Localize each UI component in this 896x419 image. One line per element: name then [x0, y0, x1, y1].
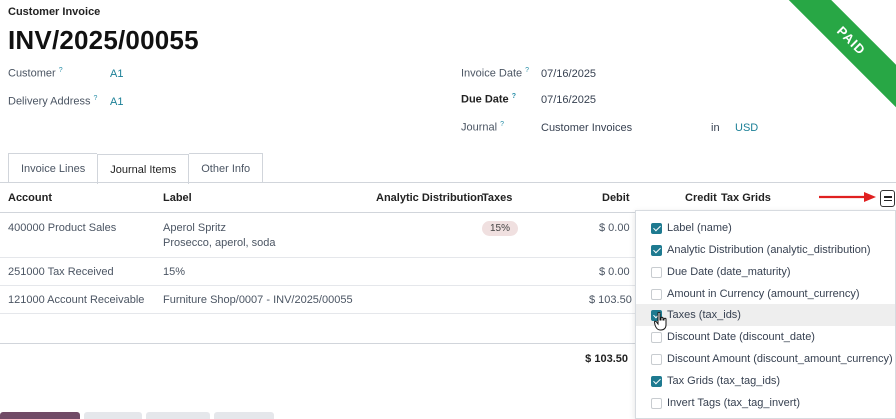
help-icon[interactable]: ? — [512, 93, 516, 100]
tax-badge: 15% — [482, 221, 519, 236]
option-label: Discount Date (discount_date) — [667, 331, 815, 343]
option-label: Amount in Currency (amount_currency) — [667, 288, 860, 300]
checkbox[interactable] — [651, 375, 662, 387]
option-label: Label (name) — [667, 222, 732, 234]
checkbox[interactable] — [651, 397, 662, 409]
table-header: Account Label Analytic Distribution Taxe… — [0, 183, 896, 213]
footer-button[interactable] — [146, 412, 210, 419]
column-option-discount-date[interactable]: Discount Date (discount_date) — [636, 326, 895, 348]
col-debit[interactable]: Debit — [602, 192, 630, 204]
customer-label-text: Customer — [8, 67, 56, 80]
row-label: Aperol Spritz — [163, 222, 226, 234]
currency-in-text: in — [711, 122, 720, 134]
row-debit: $ 0.00 — [599, 266, 630, 278]
checkbox[interactable] — [651, 244, 662, 256]
col-taxes[interactable]: Taxes — [482, 192, 512, 204]
col-account[interactable]: Account — [8, 192, 52, 204]
column-option-label[interactable]: Label (name) — [636, 217, 895, 239]
row-debit: $ 0.00 — [599, 222, 630, 234]
due-date-label-text: Due Date — [461, 93, 509, 106]
col-label[interactable]: Label — [163, 192, 192, 204]
col-credit[interactable]: Credit — [685, 192, 717, 204]
help-icon[interactable]: ? — [525, 67, 529, 74]
status-ribbon-label: PAID — [786, 0, 896, 110]
customer-label: Customer? — [8, 67, 63, 80]
row-account: 251000 Tax Received — [8, 266, 114, 278]
annotation-arrow-icon — [819, 192, 876, 202]
col-tax-grids[interactable]: Tax Grids — [721, 192, 771, 204]
journal-label-text: Journal — [461, 121, 498, 134]
delivery-address-label-text: Delivery Address — [8, 95, 91, 108]
sliders-icon — [883, 199, 892, 201]
total-debit: $ 103.50 — [585, 353, 628, 365]
footer-button[interactable] — [214, 412, 274, 419]
checkbox[interactable] — [651, 288, 662, 300]
col-analytic-distribution[interactable]: Analytic Distribution — [376, 192, 484, 204]
checkbox[interactable] — [651, 353, 662, 365]
help-icon[interactable]: ? — [500, 121, 504, 128]
row-label: Furniture Shop/0007 - INV/2025/00055 — [163, 294, 353, 306]
optional-columns-toggle[interactable] — [880, 190, 895, 207]
column-option-taxes[interactable]: Taxes (tax_ids) — [636, 304, 895, 326]
option-label: Tax Grids (tax_tag_ids) — [667, 375, 781, 387]
tab-journal-items[interactable]: Journal Items — [97, 154, 190, 184]
optional-columns-menu: Label (name) Analytic Distribution (anal… — [635, 210, 896, 419]
invoice-date-label: Invoice Date? — [461, 67, 529, 80]
delivery-address-label: Delivery Address? — [8, 95, 97, 108]
invoice-title: INV/2025/00055 — [8, 25, 199, 55]
checkbox[interactable] — [651, 266, 662, 278]
notebook-tabs: Invoice Lines Journal Items Other Info — [8, 153, 264, 184]
tab-other-info[interactable]: Other Info — [189, 153, 264, 183]
invoice-date-label-text: Invoice Date — [461, 67, 523, 80]
sliders-icon — [883, 196, 892, 198]
column-option-tax-grids[interactable]: Tax Grids (tax_tag_ids) — [636, 370, 895, 392]
delivery-address-value[interactable]: A1 — [110, 96, 123, 108]
column-option-invert-tags[interactable]: Invert Tags (tax_tag_invert) — [636, 392, 895, 414]
option-label: Taxes (tax_ids) — [667, 309, 741, 321]
row-label-desc: Prosecco, aperol, soda — [163, 237, 276, 249]
journal-label: Journal? — [461, 121, 504, 134]
column-option-amount-currency[interactable]: Amount in Currency (amount_currency) — [636, 283, 895, 305]
row-account: 400000 Product Sales — [8, 222, 117, 234]
hand-cursor-icon — [654, 312, 667, 331]
journal-value[interactable]: Customer Invoices — [541, 122, 632, 134]
help-icon[interactable]: ? — [59, 67, 63, 74]
primary-footer-button[interactable] — [0, 412, 80, 419]
customer-value[interactable]: A1 — [110, 68, 123, 80]
row-label: 15% — [163, 266, 186, 278]
option-label: Discount Amount (discount_amount_currenc… — [667, 353, 893, 365]
row-account: 121000 Account Receivable — [8, 294, 145, 306]
checkbox[interactable] — [651, 331, 662, 343]
option-label: Due Date (date_maturity) — [667, 266, 791, 278]
help-icon[interactable]: ? — [94, 95, 98, 102]
currency-value[interactable]: USD — [735, 122, 758, 134]
tab-invoice-lines[interactable]: Invoice Lines — [8, 153, 98, 183]
option-label: Invert Tags (tax_tag_invert) — [667, 397, 801, 409]
doc-type-label: Customer Invoice — [8, 6, 101, 18]
invoice-date-value[interactable]: 07/16/2025 — [541, 68, 596, 80]
column-option-discount-amount[interactable]: Discount Amount (discount_amount_currenc… — [636, 348, 895, 370]
row-debit: $ 103.50 — [589, 294, 632, 306]
due-date-label: Due Date? — [461, 93, 516, 106]
footer-button[interactable] — [84, 412, 142, 419]
column-option-due-date[interactable]: Due Date (date_maturity) — [636, 261, 895, 283]
option-label: Analytic Distribution (analytic_distribu… — [667, 244, 871, 256]
column-option-analytic[interactable]: Analytic Distribution (analytic_distribu… — [636, 239, 895, 261]
status-ribbon: PAID — [786, 0, 896, 110]
checkbox[interactable] — [651, 222, 662, 234]
due-date-value[interactable]: 07/16/2025 — [541, 94, 596, 106]
